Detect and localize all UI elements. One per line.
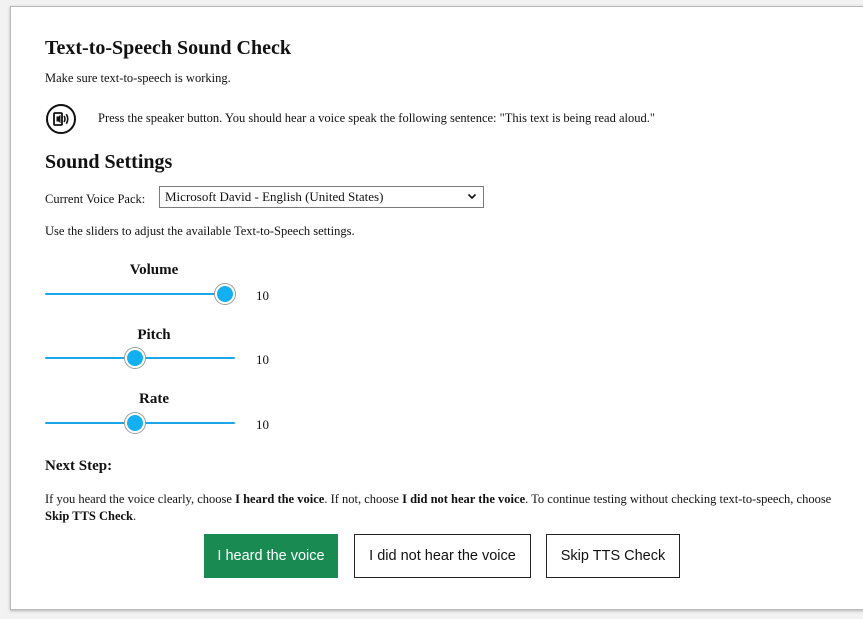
volume-value: 10 <box>256 288 269 303</box>
slider-thumb[interactable] <box>124 348 145 368</box>
chevron-down-icon <box>467 189 477 205</box>
slider-track <box>45 293 235 295</box>
voice-pack-label: Current Voice Pack: <box>45 192 146 206</box>
pitch-label: Pitch <box>137 327 171 343</box>
rate-slider[interactable] <box>45 413 235 433</box>
skip-tts-check-button[interactable]: Skip TTS Check <box>546 534 680 578</box>
rate-value: 10 <box>256 417 269 432</box>
heard-voice-button[interactable]: I heard the voice <box>204 534 338 578</box>
voice-pack-select[interactable]: Microsoft David - English (United States… <box>159 186 484 208</box>
sound-check-panel: Text-to-Speech Sound Check Make sure tex… <box>10 6 863 610</box>
speaker-button[interactable] <box>46 104 76 134</box>
sound-settings-title: Sound Settings <box>45 151 173 173</box>
next-step-text: If you heard the voice clearly, choose I… <box>45 491 835 525</box>
page-subtitle: Make sure text-to-speech is working. <box>45 71 231 85</box>
next-step-bold-skip: Skip TTS Check <box>45 509 134 523</box>
sliders-hint: Use the sliders to adjust the available … <box>45 224 355 238</box>
next-step-title: Next Step: <box>45 458 113 474</box>
pitch-slider[interactable] <box>45 348 235 368</box>
did-not-hear-voice-button[interactable]: I did not hear the voice <box>354 534 531 578</box>
rate-label: Rate <box>139 391 169 407</box>
slider-thumb[interactable] <box>215 284 235 304</box>
next-step-bold-heard: I heard the voice <box>235 492 325 506</box>
next-step-bold-not-heard: I did not hear the voice <box>402 492 526 506</box>
next-step-text-3: . To continue testing without checking t… <box>525 492 832 506</box>
speaker-instruction: Press the speaker button. You should hea… <box>98 111 655 125</box>
next-step-text-2: . If not, choose <box>324 492 403 506</box>
page-title: Text-to-Speech Sound Check <box>45 37 291 59</box>
next-step-text-1: If you heard the voice clearly, choose <box>45 492 236 506</box>
speaker-icon <box>52 111 70 127</box>
slider-thumb[interactable] <box>124 413 145 433</box>
volume-label: Volume <box>129 262 179 278</box>
volume-slider[interactable] <box>45 284 235 304</box>
next-step-text-4: . <box>133 509 137 523</box>
pitch-value: 10 <box>256 352 269 367</box>
voice-pack-value: Microsoft David - English (United States… <box>165 189 384 204</box>
